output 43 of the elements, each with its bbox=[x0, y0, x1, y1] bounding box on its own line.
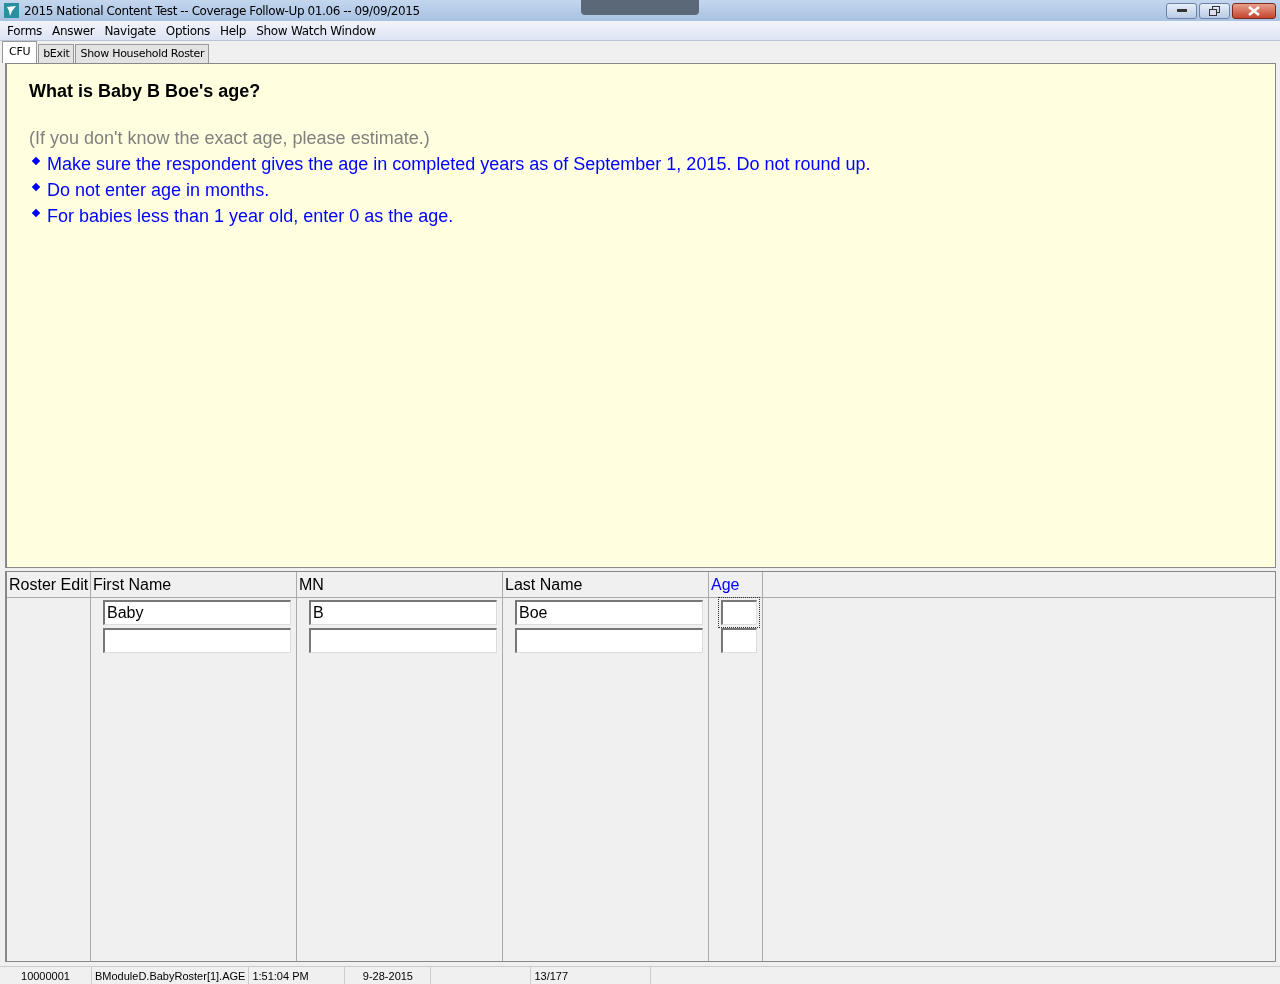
restore-button[interactable] bbox=[1199, 2, 1230, 19]
tab[interactable]: Show Household Roster bbox=[75, 44, 210, 63]
status-text: 13/177 bbox=[531, 967, 652, 984]
tab[interactable]: CFU bbox=[2, 41, 38, 63]
close-button[interactable] bbox=[1232, 2, 1276, 19]
minimize-button[interactable] bbox=[1166, 2, 1197, 19]
question-text: What is Baby B Boe's age? bbox=[29, 80, 262, 103]
status-text: 1:51:04 PM bbox=[249, 967, 346, 984]
restore-icon bbox=[1209, 5, 1220, 16]
input-field[interactable] bbox=[309, 627, 497, 653]
column-header: Roster Edit bbox=[7, 572, 90, 598]
input-field[interactable] bbox=[515, 627, 703, 653]
bullet-icon bbox=[31, 156, 41, 166]
bullet-icon bbox=[31, 182, 41, 192]
column-header: Last Name bbox=[503, 572, 708, 598]
input-field[interactable] bbox=[103, 627, 291, 653]
menu-item[interactable]: Show Watch Window bbox=[251, 21, 381, 40]
menu-item[interactable]: Options bbox=[160, 21, 216, 40]
column-header: First Name bbox=[91, 572, 296, 598]
hint-text: (If you don't know the exact age, please estimate.) bbox=[29, 127, 431, 150]
close-icon bbox=[1248, 5, 1260, 16]
menu-item[interactable]: Forms bbox=[2, 21, 47, 40]
bullet-icon bbox=[31, 208, 41, 218]
window-title: 2015 National Content Test -- Coverage Follow-Up 01.06 -- 09/09/2015 bbox=[24, 2, 420, 20]
input-field[interactable]: Boe bbox=[515, 599, 703, 625]
dock-handle[interactable] bbox=[581, 0, 699, 15]
menu-item[interactable]: Answer bbox=[47, 21, 100, 40]
input-field[interactable] bbox=[721, 627, 757, 653]
column-header: MN bbox=[297, 572, 502, 598]
status-text: 9-28-2015 bbox=[345, 967, 432, 984]
instruction-text: For babies less than 1 year old, enter 0 as the age. bbox=[47, 205, 454, 228]
minimize-icon bbox=[1176, 8, 1187, 13]
input-field[interactable]: Baby bbox=[103, 599, 291, 625]
menu-item[interactable]: Navigate bbox=[99, 21, 161, 40]
instruction-text: Make sure the respondent gives the age in completed years as of September 1, 2015. Do not round up. bbox=[47, 153, 871, 176]
instruction-text: Do not enter age in months. bbox=[47, 179, 270, 202]
status-text: BModuleD.BabyRoster[1].AGE bbox=[92, 967, 250, 984]
menu-item[interactable]: Help bbox=[215, 21, 252, 40]
input-field[interactable]: B bbox=[309, 599, 497, 625]
input-field[interactable] bbox=[721, 599, 757, 625]
app-icon bbox=[4, 3, 19, 18]
tab[interactable]: bExit bbox=[38, 44, 75, 63]
status-text: 10000001 bbox=[0, 967, 92, 984]
